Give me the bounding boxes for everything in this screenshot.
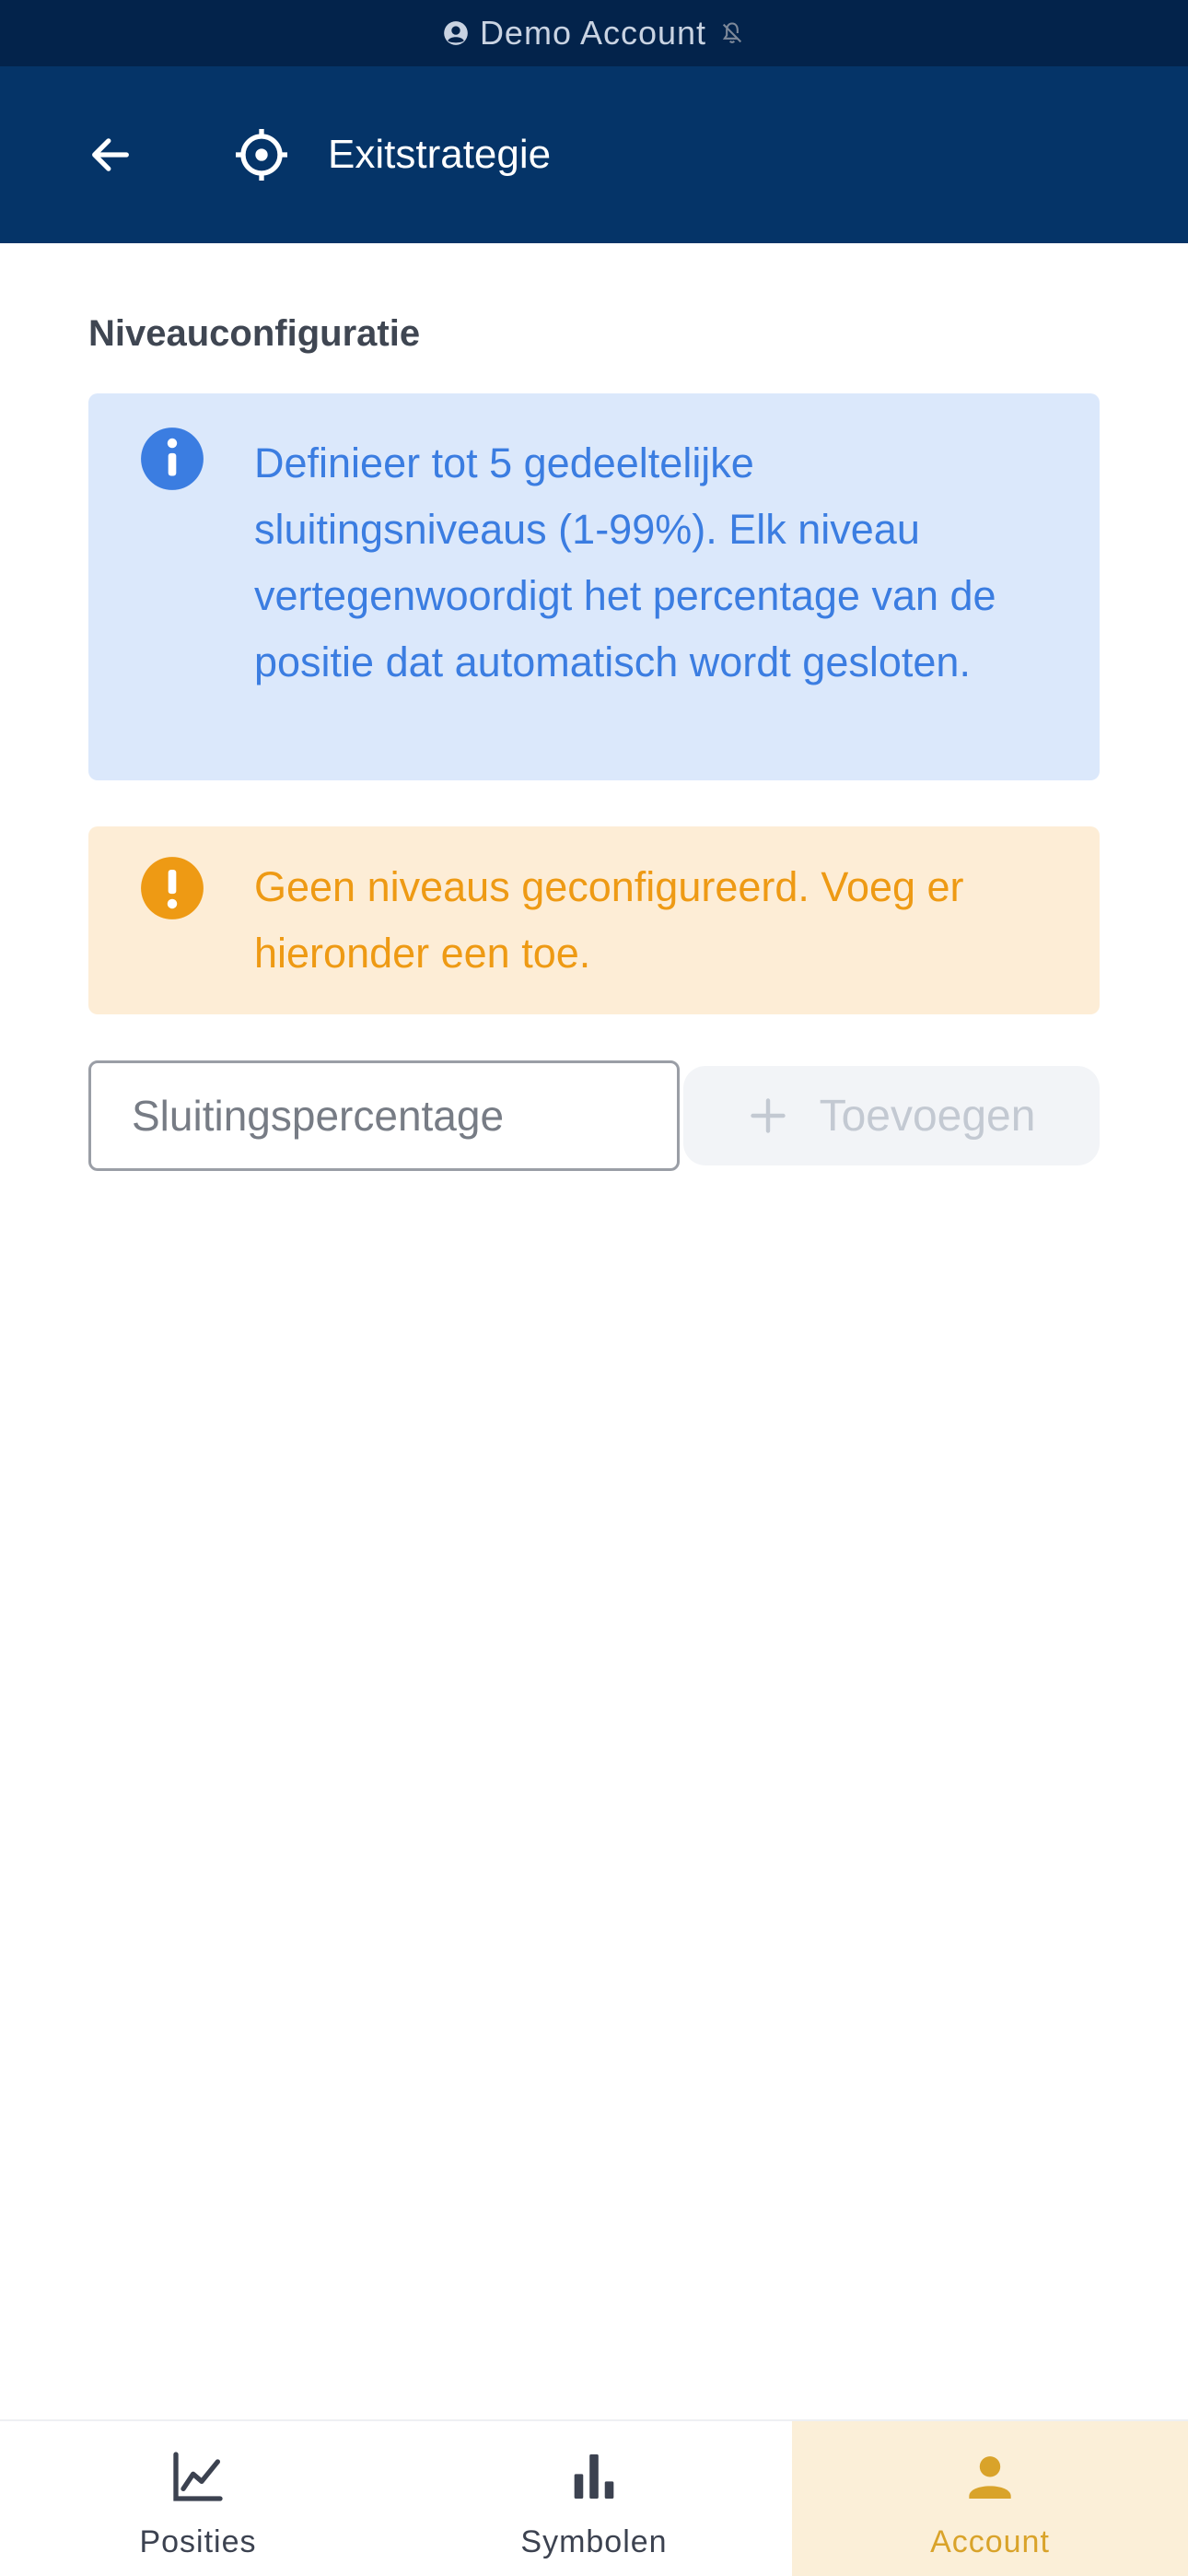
- status-account-label: Demo Account: [479, 14, 707, 52]
- info-icon: [141, 427, 204, 490]
- account-circle-icon: [444, 21, 468, 45]
- app-bar: Exitstrategie: [0, 66, 1188, 243]
- status-bar: Demo Account: [0, 0, 1188, 66]
- add-level-button[interactable]: Toevoegen: [683, 1066, 1100, 1165]
- nav-label-account: Account: [930, 2524, 1050, 2559]
- add-level-button-label: Toevoegen: [819, 1091, 1036, 1141]
- warning-text: Geen niveaus geconfigureerd. Voeg er hie…: [254, 863, 964, 977]
- back-button[interactable]: [74, 118, 147, 192]
- arrow-left-icon: [92, 138, 129, 171]
- nav-item-posities[interactable]: Posities: [0, 2421, 396, 2576]
- add-level-row: Toevoegen: [88, 1060, 1100, 1171]
- nav-item-account[interactable]: Account: [792, 2421, 1188, 2576]
- line-chart-icon: [173, 2452, 223, 2501]
- info-text: Definieer tot 5 gedeeltelijke sluitingsn…: [254, 439, 996, 685]
- closing-percentage-input[interactable]: [88, 1060, 680, 1171]
- plus-icon: [750, 1098, 786, 1133]
- bar-chart-icon: [574, 2454, 614, 2499]
- warning-icon: [141, 857, 204, 919]
- section-title: Niveauconfiguratie: [88, 313, 421, 354]
- main-content: Niveauconfiguratie Definieer tot 5 gedee…: [88, 243, 1100, 1171]
- nav-label-symbolen: Symbolen: [520, 2524, 668, 2559]
- nav-item-symbolen[interactable]: Symbolen: [396, 2421, 792, 2576]
- bottom-navigation: Posities Symbolen Account: [0, 2419, 1188, 2576]
- info-banner: Definieer tot 5 gedeeltelijke sluitingsn…: [88, 393, 1100, 780]
- page-title: Exitstrategie: [328, 132, 552, 177]
- warning-banner: Geen niveaus geconfigureerd. Voeg er hie…: [88, 826, 1100, 1014]
- person-icon: [969, 2456, 1011, 2499]
- nav-label-posities: Posities: [139, 2524, 257, 2559]
- notifications-off-icon: [722, 22, 742, 43]
- crosshair-target-icon: [236, 129, 287, 181]
